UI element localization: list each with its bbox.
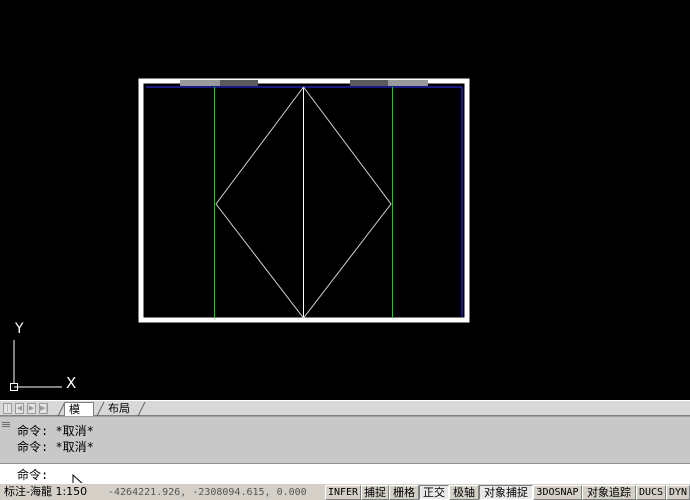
ucs-x-label: X	[66, 374, 76, 392]
frame-top-segment	[388, 80, 428, 86]
command-window-grip[interactable]	[2, 422, 10, 428]
first-tab-button[interactable]: |◀	[3, 403, 12, 421]
last-tab-button[interactable]: ▶|	[39, 403, 48, 414]
toggle-ducs[interactable]: DUCS	[636, 485, 666, 500]
history-line: 命令: *取消*	[17, 440, 94, 454]
command-prompt: 命令:	[17, 468, 49, 482]
toggle-object-tracking[interactable]: 对象追踪	[582, 485, 636, 500]
command-history[interactable]: 命令: *取消* 命令: *取消*	[0, 416, 690, 463]
toggle-dyn[interactable]: DYN	[666, 485, 690, 500]
tab-slant-right	[137, 402, 146, 416]
previous-tab-button[interactable]: ◀	[15, 403, 24, 414]
toggle-polar[interactable]: 极轴	[449, 485, 479, 500]
ucs-y-label: Y	[14, 321, 24, 337]
toggle-object-snap[interactable]: 对象捕捉	[479, 485, 533, 500]
history-line: 命令: *取消*	[17, 424, 94, 438]
annotation-scale[interactable]: 标注-海龍 1:150	[4, 485, 87, 499]
ucs-icon: Y X	[10, 321, 76, 392]
toggle-grid[interactable]: 栅格	[389, 485, 419, 500]
drawing-viewport[interactable]: Y X	[0, 0, 690, 400]
drawing-canvas[interactable]: Y X	[0, 0, 690, 400]
tab-model[interactable]: 模型	[64, 402, 94, 430]
status-bar: 标注-海龍 1:150 -4264221.926, -2308094.615, …	[0, 483, 690, 500]
frame-top-segment	[220, 80, 258, 86]
next-tab-button[interactable]: ▶	[27, 403, 36, 414]
toggle-infer[interactable]: INFER	[325, 485, 361, 500]
frame-top-segment	[350, 80, 388, 86]
frame-top-segment	[180, 80, 220, 86]
toggle-ortho[interactable]: 正交	[419, 485, 449, 500]
coordinate-readout: -4264221.926, -2308094.615, 0.000	[108, 487, 307, 498]
toggle-3dosnap[interactable]: 3DOSNAP	[533, 485, 582, 500]
command-input[interactable]: 命令:	[0, 463, 690, 483]
toggle-snap[interactable]: 捕捉	[361, 485, 389, 500]
layout-tabs-strip: |◀ ◀ ▶ ▶| 模型 布局	[0, 400, 690, 430]
